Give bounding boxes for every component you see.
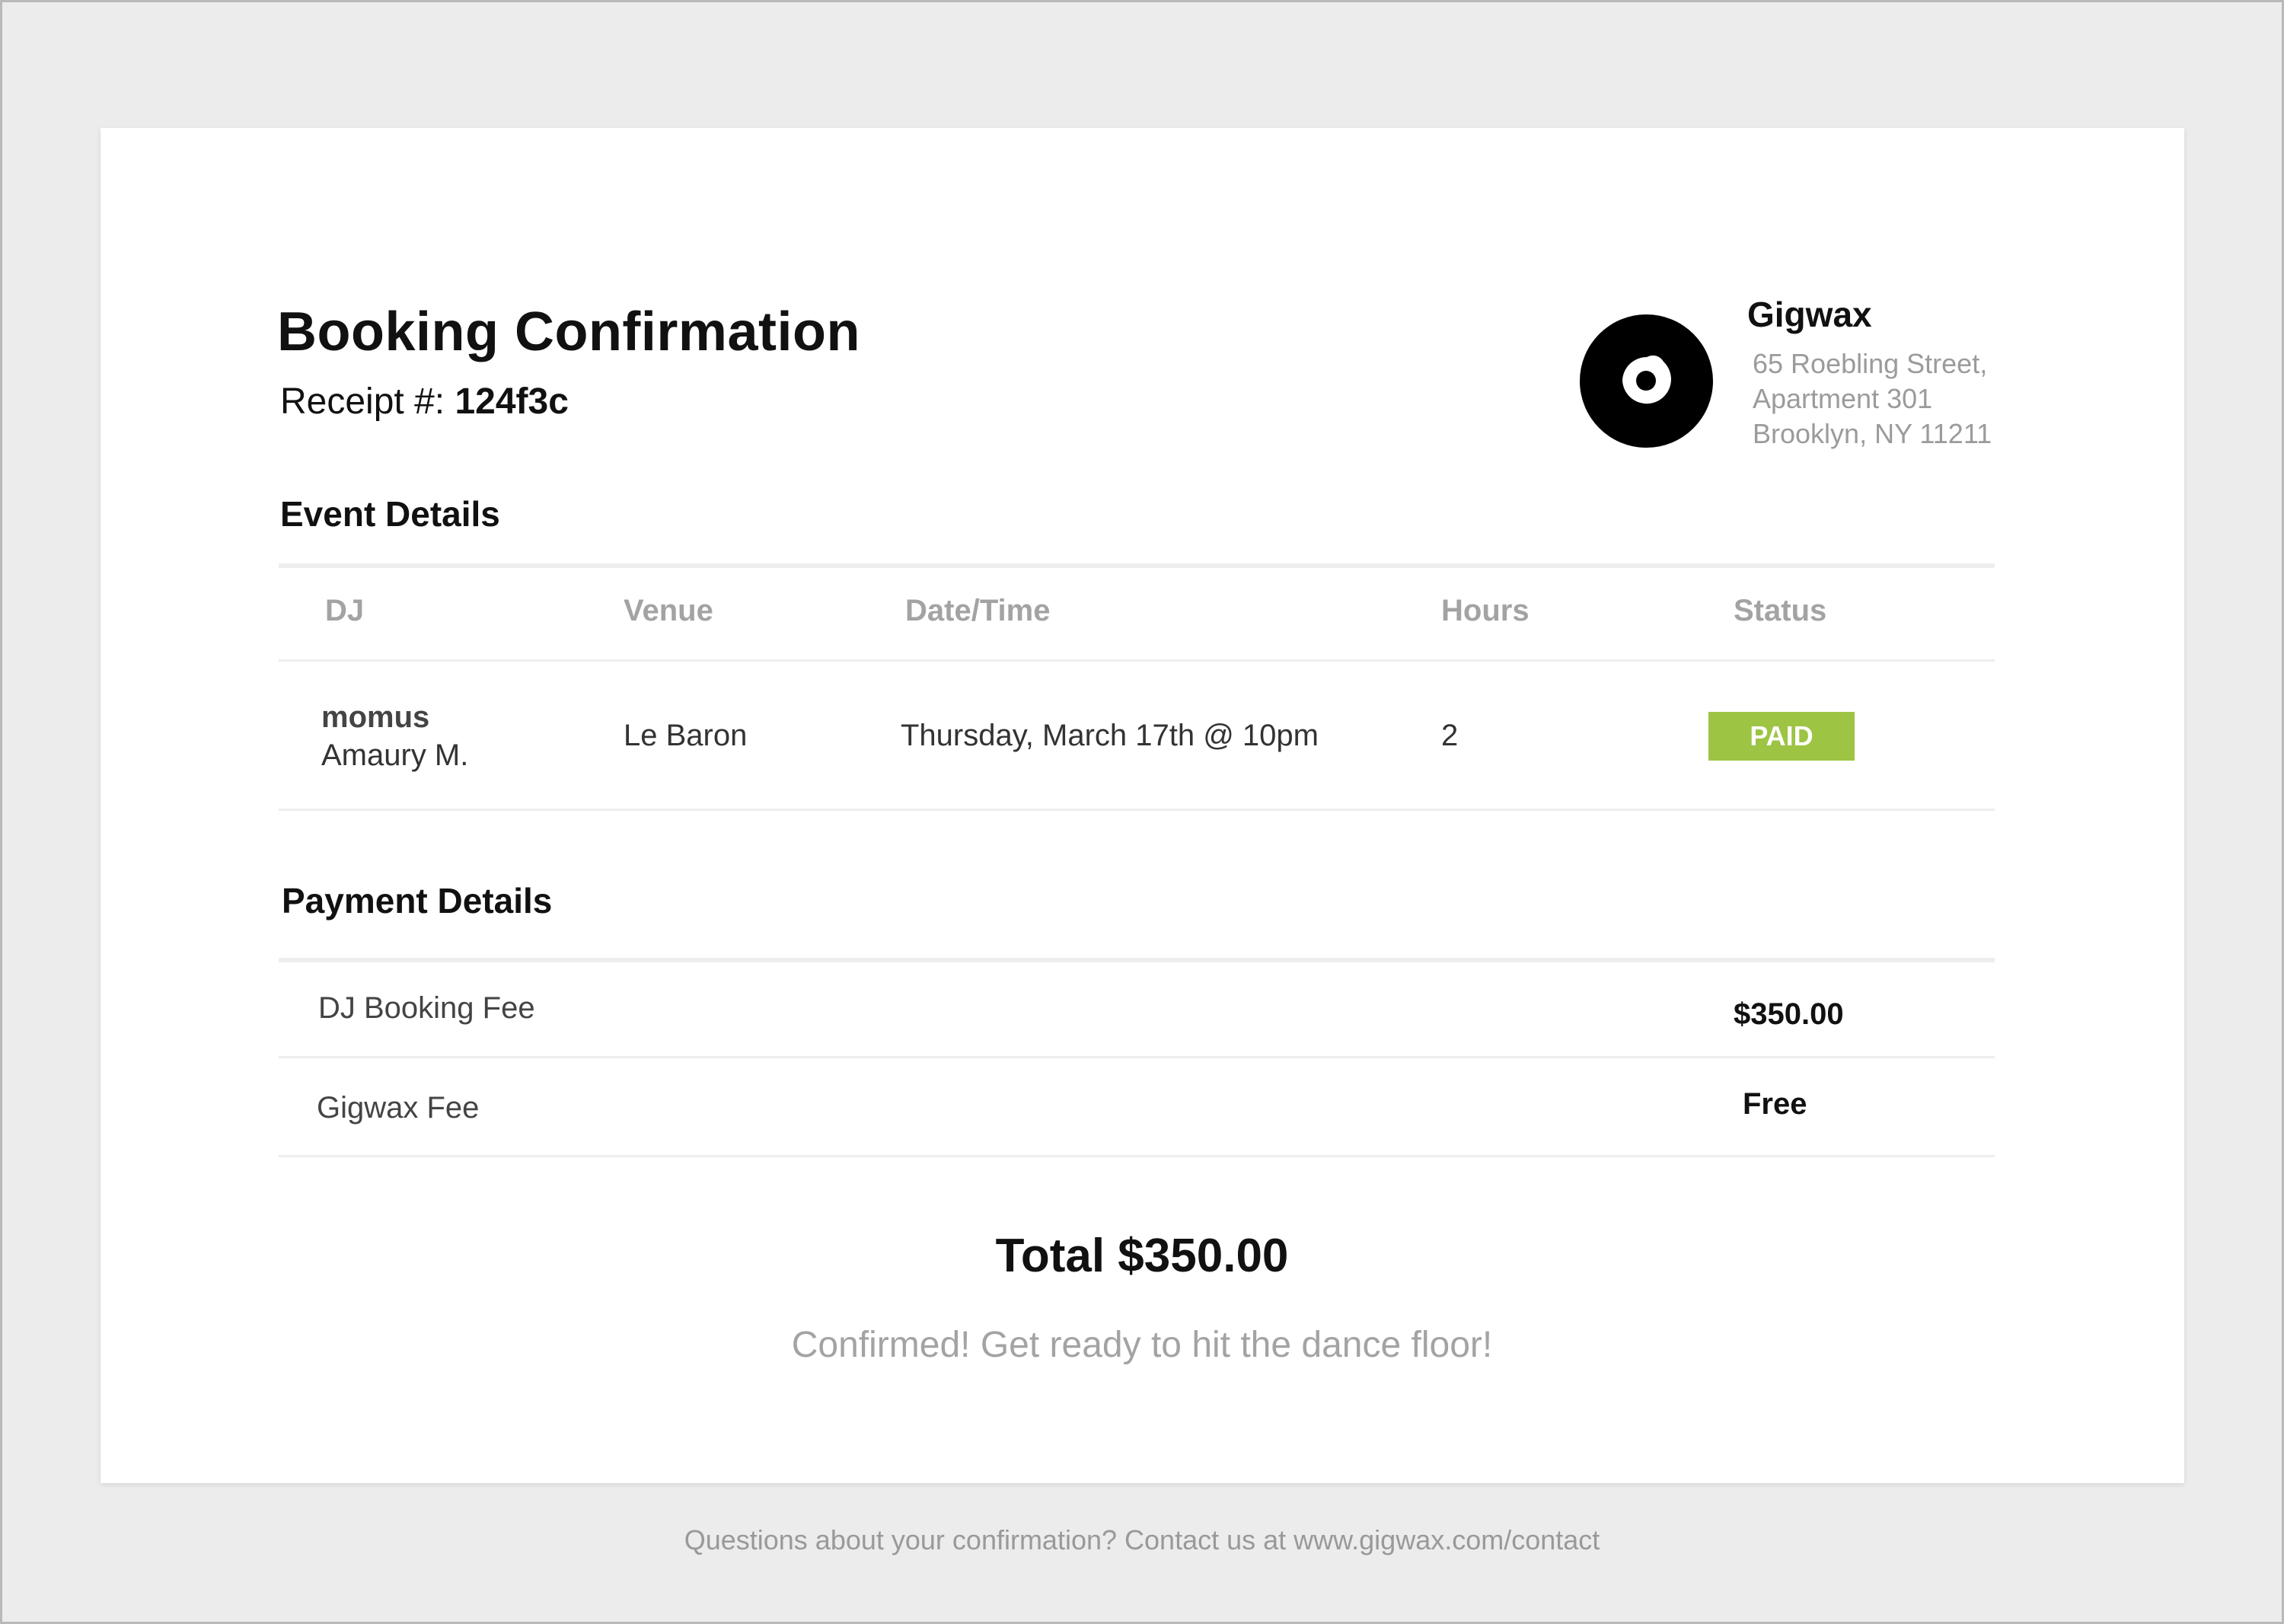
datetime-cell: Thursday, March 17th @ 10pm — [901, 719, 1319, 752]
dj-name: momus — [321, 700, 430, 734]
column-header-venue: Venue — [624, 594, 713, 627]
company-address: 65 Roebling Street, Apartment 301 Brookl… — [1753, 346, 1992, 451]
divider — [279, 1155, 1995, 1157]
receipt-number: Receipt #: 124f3c — [280, 381, 569, 423]
company-name: Gigwax — [1747, 295, 1872, 334]
hours-cell: 2 — [1441, 719, 1459, 752]
footer-contact: Questions about your confirmation? Conta… — [684, 1524, 1600, 1555]
column-header-status: Status — [1734, 594, 1827, 627]
receipt-value: 124f3c — [455, 381, 569, 422]
address-line: Apartment 301 — [1753, 383, 1933, 414]
fee-amount: $350.00 — [1734, 997, 1844, 1031]
divider — [279, 659, 1995, 662]
status-badge: PAID — [1708, 712, 1855, 761]
column-header-dj: DJ — [325, 594, 365, 627]
address-line: Brooklyn, NY 11211 — [1753, 418, 1992, 449]
page-title: Booking Confirmation — [277, 302, 860, 362]
column-header-hours: Hours — [1441, 594, 1530, 627]
dj-real-name: Amaury M. — [321, 739, 469, 772]
payment-details-title: Payment Details — [282, 881, 553, 920]
fee-label: Gigwax Fee — [317, 1091, 480, 1125]
divider — [279, 1056, 1995, 1058]
vinyl-record-icon — [1580, 314, 1713, 448]
confirmation-message: Confirmed! Get ready to hit the dance fl… — [791, 1325, 1493, 1365]
divider — [279, 563, 1995, 568]
fee-label: DJ Booking Fee — [318, 991, 535, 1025]
receipt-label: Receipt #: — [280, 381, 445, 422]
divider — [279, 958, 1995, 962]
divider — [279, 809, 1995, 811]
column-header-datetime: Date/Time — [905, 594, 1051, 627]
total-amount: Total $350.00 — [995, 1230, 1289, 1282]
venue-cell: Le Baron — [624, 719, 748, 752]
address-line: 65 Roebling Street, — [1753, 348, 1988, 379]
fee-amount: Free — [1743, 1087, 1807, 1121]
event-details-title: Event Details — [280, 494, 500, 534]
